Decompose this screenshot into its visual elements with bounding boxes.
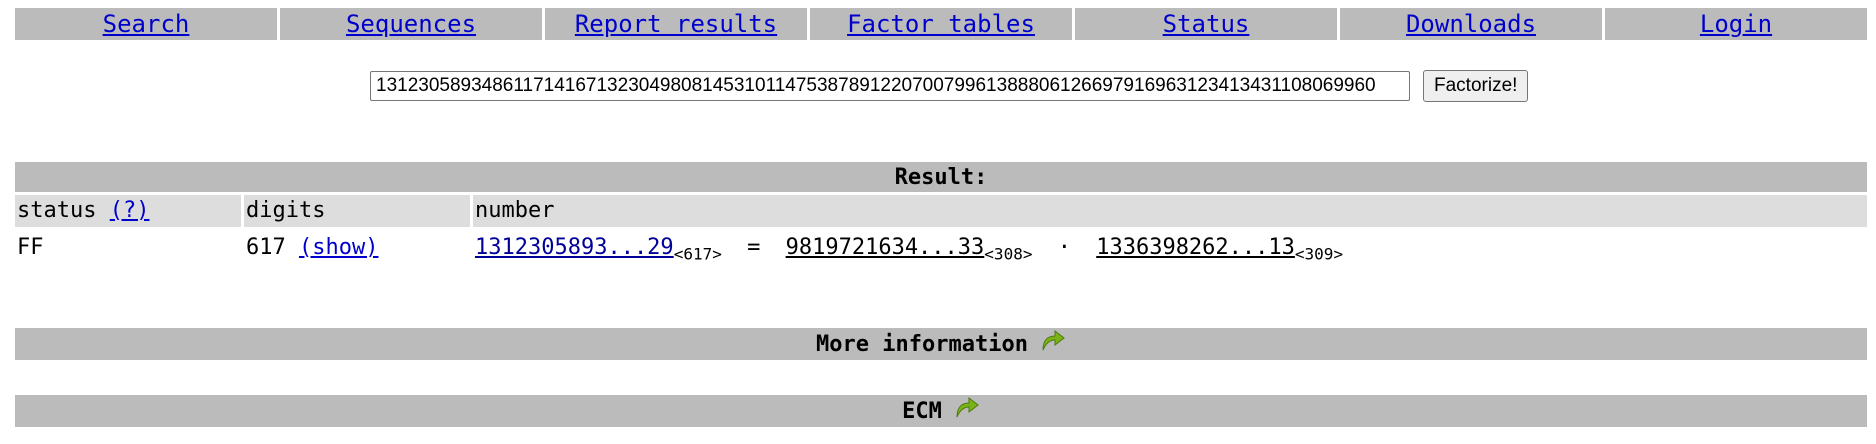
nav-login[interactable]: Login (1605, 8, 1867, 40)
number-link[interactable]: 1312305893...29 (475, 235, 674, 260)
factorize-form: Factorize! (370, 70, 1529, 102)
status-column-header: status (?) (15, 195, 241, 227)
factor-2-link[interactable]: 1336398262...13 (1096, 235, 1295, 260)
digits-value: 617 (246, 235, 286, 260)
status-value: FF (17, 235, 44, 260)
digits-column-header: digits (244, 195, 470, 227)
factor-2-digit-count: <309> (1294, 244, 1344, 264)
more-information-label: More information (816, 331, 1028, 357)
times-sign: · (1057, 235, 1071, 260)
show-digits-link[interactable]: (show) (299, 235, 378, 260)
top-navigation: Search Sequences Report results Factor t… (15, 8, 1867, 40)
nav-factor-tables[interactable]: Factor tables (810, 8, 1072, 40)
digits-column-label: digits (246, 198, 326, 223)
status-cell: FF (15, 231, 241, 265)
factorize-button[interactable]: Factorize! (1423, 70, 1529, 102)
digits-cell: 617 (show) (244, 231, 470, 265)
nav-report-results[interactable]: Report results (545, 8, 807, 40)
nav-search[interactable]: Search (15, 8, 277, 40)
status-column-label: status (17, 198, 97, 223)
number-cell: 1312305893...29<617> = 9819721634...33<3… (473, 231, 1867, 265)
number-digit-count: <617> (673, 244, 722, 264)
result-header-row: status (?) digits number (15, 195, 1867, 227)
more-information-bar[interactable]: More information (15, 328, 1867, 360)
result-heading: Result: (15, 162, 1867, 192)
number-column-header: number (473, 195, 1867, 227)
result-row: FF 617 (show) 1312305893...29<617> = 981… (15, 231, 1867, 265)
factor-1-digit-count: <308> (984, 244, 1033, 264)
green-curved-arrow-icon[interactable] (1040, 328, 1066, 352)
result-table: status (?) digits number FF 617 (show) 1… (15, 195, 1867, 265)
green-curved-arrow-icon[interactable] (954, 395, 980, 419)
number-input[interactable] (370, 71, 1410, 101)
ecm-label: ECM (902, 398, 942, 424)
nav-downloads[interactable]: Downloads (1340, 8, 1602, 40)
status-help-link[interactable]: (?) (110, 198, 150, 223)
ecm-bar[interactable]: ECM (15, 395, 1867, 427)
result-heading-label: Result: (894, 164, 988, 190)
factor-1-link[interactable]: 9819721634...33 (786, 235, 985, 260)
nav-status[interactable]: Status (1075, 8, 1337, 40)
equals-sign: = (747, 235, 761, 260)
nav-sequences[interactable]: Sequences (280, 8, 542, 40)
number-column-label: number (475, 198, 555, 223)
